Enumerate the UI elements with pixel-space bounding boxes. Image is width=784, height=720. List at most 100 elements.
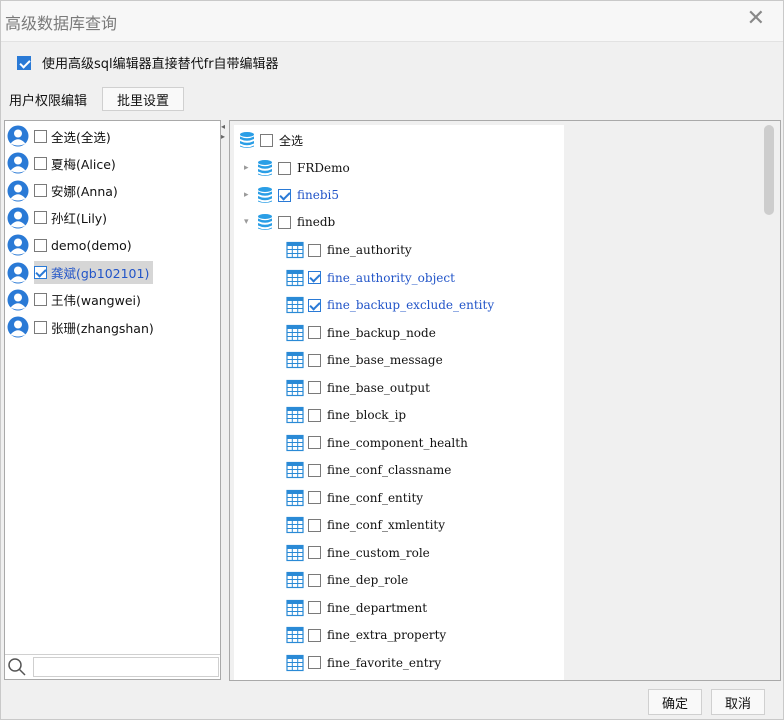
table-node-label: fine_base_output bbox=[327, 380, 430, 395]
user-label: 王伟(wangwei) bbox=[51, 293, 141, 309]
table-node-checkbox[interactable] bbox=[308, 628, 321, 642]
table-node-checkbox[interactable] bbox=[308, 408, 321, 422]
user-item[interactable]: demo(demo) bbox=[34, 236, 136, 255]
ok-button[interactable]: 确定 bbox=[648, 689, 702, 715]
database-node-checkbox[interactable] bbox=[278, 188, 291, 202]
table-node-checkbox[interactable] bbox=[308, 601, 321, 614]
table-node-checkbox[interactable] bbox=[308, 518, 321, 532]
user-row[interactable]: 孙红(Lily) bbox=[7, 205, 111, 231]
database-node-checkbox[interactable] bbox=[278, 215, 291, 229]
table-node[interactable]: fine_favorite_entry bbox=[286, 650, 441, 676]
table-node-checkbox[interactable] bbox=[308, 353, 321, 367]
user-avatar-icon bbox=[7, 125, 29, 147]
table-node-checkbox[interactable] bbox=[308, 463, 321, 477]
user-checkbox[interactable] bbox=[34, 293, 47, 307]
user-item[interactable]: 夏梅(Alice) bbox=[34, 152, 120, 175]
table-node[interactable]: fine_dep_role bbox=[286, 567, 408, 593]
table-icon bbox=[286, 654, 304, 672]
use-sql-editor-option[interactable]: 使用高级sql编辑器直接替代fr自带编辑器 bbox=[17, 53, 279, 72]
user-search-input[interactable] bbox=[33, 657, 219, 677]
table-node[interactable]: fine_block_ip bbox=[286, 402, 406, 428]
user-row[interactable]: 张珊(zhangshan) bbox=[7, 314, 158, 340]
user-item[interactable]: 全选(全选) bbox=[34, 125, 115, 148]
table-node[interactable]: fine_base_output bbox=[286, 375, 430, 401]
tree-root-checkbox[interactable] bbox=[260, 133, 273, 147]
user-item[interactable]: 安娜(Anna) bbox=[34, 179, 122, 202]
table-node[interactable]: fine_base_message bbox=[286, 347, 443, 373]
collapse-left-icon[interactable]: ◂ bbox=[221, 122, 225, 131]
user-label: 安娜(Anna) bbox=[51, 184, 118, 200]
database-icon bbox=[256, 213, 274, 231]
user-checkbox[interactable] bbox=[34, 129, 47, 143]
table-node[interactable]: fine_component_health bbox=[286, 430, 468, 456]
table-icon bbox=[286, 269, 304, 287]
user-row[interactable]: 全选(全选) bbox=[7, 123, 115, 149]
user-item[interactable]: 王伟(wangwei) bbox=[34, 288, 145, 311]
table-icon bbox=[286, 626, 304, 644]
user-avatar-icon bbox=[7, 207, 29, 229]
table-node-checkbox[interactable] bbox=[308, 546, 321, 559]
table-node[interactable]: fine_custom_role bbox=[286, 540, 430, 566]
close-icon[interactable]: ✕ bbox=[747, 8, 765, 30]
use-sql-editor-checkbox[interactable] bbox=[17, 55, 31, 70]
user-row[interactable]: 夏梅(Alice) bbox=[7, 150, 120, 176]
table-icon bbox=[286, 296, 304, 314]
scroll-thumb[interactable] bbox=[764, 125, 774, 215]
table-node[interactable]: fine_department bbox=[286, 595, 427, 621]
table-node-checkbox[interactable] bbox=[308, 436, 321, 449]
user-checkbox[interactable] bbox=[34, 211, 47, 225]
table-node[interactable]: fine_conf_xmlentity bbox=[286, 512, 445, 538]
table-node-checkbox[interactable] bbox=[308, 243, 321, 257]
table-node-checkbox[interactable] bbox=[308, 656, 321, 669]
table-node[interactable]: fine_authority_object bbox=[286, 265, 455, 291]
panel-splitter[interactable]: ◂ ▸ bbox=[221, 120, 229, 680]
user-checkbox[interactable] bbox=[34, 266, 47, 279]
table-node[interactable]: fine_conf_entity bbox=[286, 485, 423, 511]
user-row[interactable]: 王伟(wangwei) bbox=[7, 287, 145, 313]
search-icon[interactable] bbox=[7, 657, 27, 677]
tree-scrollbar[interactable] bbox=[764, 125, 774, 677]
user-label: demo(demo) bbox=[51, 237, 132, 253]
table-node[interactable]: fine_backup_exclude_entity bbox=[286, 292, 494, 318]
user-row[interactable]: 龚斌(gb102101) bbox=[7, 260, 154, 286]
table-node-checkbox[interactable] bbox=[308, 381, 321, 394]
user-checkbox[interactable] bbox=[34, 238, 47, 252]
table-node-checkbox[interactable] bbox=[308, 298, 321, 312]
expand-right-icon[interactable]: ▸ bbox=[244, 163, 256, 173]
user-avatar-icon bbox=[7, 234, 29, 256]
user-avatar-icon bbox=[7, 262, 29, 284]
tree-root[interactable]: 全选 bbox=[238, 127, 303, 153]
user-item[interactable]: 孙红(Lily) bbox=[34, 206, 111, 229]
batch-settings-button[interactable]: 批里设置 bbox=[102, 87, 184, 111]
tree-root-label: 全选 bbox=[279, 133, 304, 148]
table-node[interactable]: fine_backup_node bbox=[286, 320, 436, 346]
user-avatar-icon bbox=[7, 152, 29, 174]
user-checkbox[interactable] bbox=[34, 184, 47, 198]
table-node[interactable]: fine_authority bbox=[286, 237, 412, 263]
user-label: 全选(全选) bbox=[51, 129, 111, 145]
cancel-button[interactable]: 取消 bbox=[711, 689, 765, 715]
table-icon bbox=[286, 324, 304, 342]
user-row[interactable]: 安娜(Anna) bbox=[7, 178, 122, 204]
expand-right-icon[interactable]: ▸ bbox=[221, 132, 225, 141]
database-node[interactable]: ▾ finedb bbox=[244, 209, 335, 235]
table-node-checkbox[interactable] bbox=[308, 573, 321, 587]
user-row[interactable]: demo(demo) bbox=[7, 232, 136, 258]
user-checkbox[interactable] bbox=[34, 320, 47, 334]
table-node[interactable]: fine_extra_property bbox=[286, 622, 446, 648]
user-item[interactable]: 龚斌(gb102101) bbox=[34, 261, 154, 284]
database-node[interactable]: ▸ FRDemo bbox=[244, 155, 350, 181]
table-node-label: fine_conf_classname bbox=[327, 463, 452, 477]
user-item[interactable]: 张珊(zhangshan) bbox=[34, 316, 158, 339]
table-node-checkbox[interactable] bbox=[308, 326, 321, 339]
database-node-checkbox[interactable] bbox=[278, 161, 291, 175]
table-node-checkbox[interactable] bbox=[308, 491, 321, 504]
dialog-title: 高级数据库查询 bbox=[5, 14, 118, 33]
user-checkbox[interactable] bbox=[34, 156, 47, 170]
table-node-checkbox[interactable] bbox=[308, 271, 321, 284]
user-search-bar bbox=[5, 654, 220, 679]
database-node[interactable]: ▸ finebi5 bbox=[244, 182, 339, 208]
table-node[interactable]: fine_conf_classname bbox=[286, 457, 451, 483]
expand-right-icon[interactable]: ▸ bbox=[244, 190, 256, 200]
expand-down-icon[interactable]: ▾ bbox=[244, 217, 256, 227]
